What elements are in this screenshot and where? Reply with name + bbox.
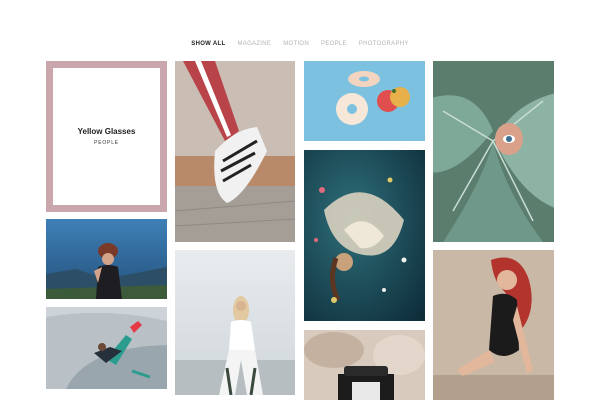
portfolio-item-white-outfit[interactable] <box>175 250 295 395</box>
portfolio-item-lantern[interactable] <box>304 330 425 400</box>
featured-title: Yellow Glasses <box>77 127 136 136</box>
white-outfit-photo <box>175 250 295 395</box>
underwater-photo <box>304 150 425 321</box>
crown-woman-photo <box>46 219 167 299</box>
portfolio-item-skater[interactable] <box>46 307 167 389</box>
portfolio-grid: Yellow Glasses PEOPLE <box>0 0 600 400</box>
featured-category: PEOPLE <box>94 140 119 146</box>
donuts-photo <box>304 61 425 141</box>
sneakers-photo <box>175 61 295 242</box>
portfolio-item-underwater[interactable] <box>304 150 425 321</box>
portfolio-item-red-hair[interactable] <box>433 250 554 400</box>
portfolio-item-leaf-eye[interactable] <box>433 61 554 242</box>
portfolio-item-sneakers[interactable] <box>175 61 295 242</box>
lantern-photo <box>304 330 425 400</box>
red-hair-photo <box>433 250 554 400</box>
portfolio-item-donuts[interactable] <box>304 61 425 141</box>
skater-photo <box>46 307 167 389</box>
featured-caption: Yellow Glasses PEOPLE <box>53 68 160 205</box>
leaf-eye-photo <box>433 61 554 242</box>
portfolio-item-yellow-glasses[interactable]: Yellow Glasses PEOPLE <box>46 61 167 212</box>
portfolio-item-crown-woman[interactable] <box>46 219 167 299</box>
